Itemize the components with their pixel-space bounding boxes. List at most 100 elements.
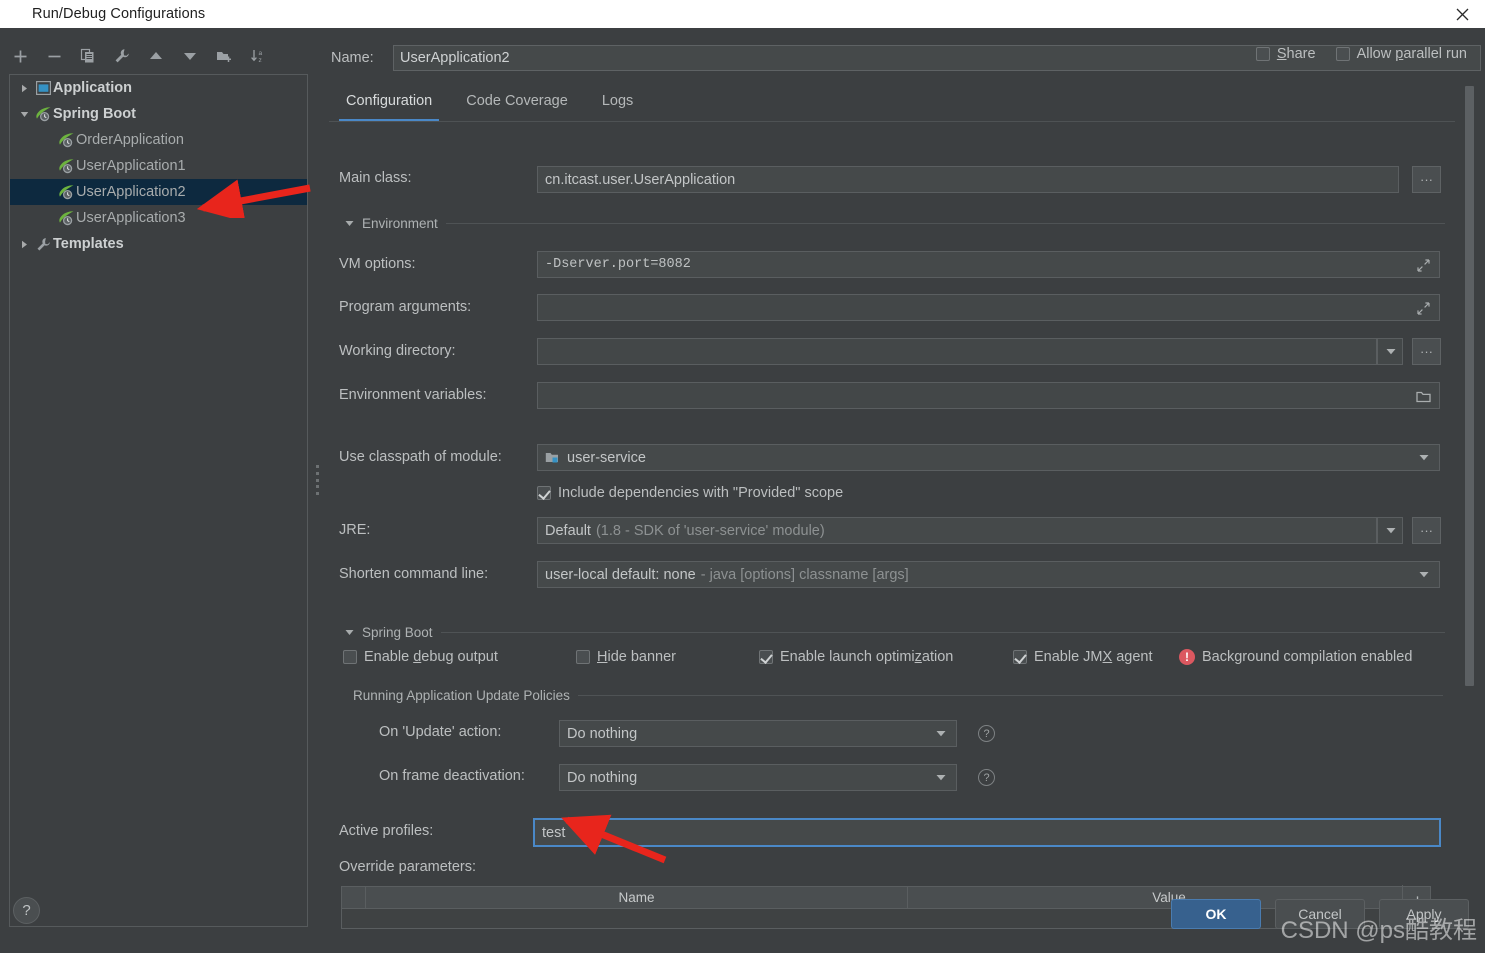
tree-item-label: Spring Boot — [53, 106, 136, 122]
help-circle-icon[interactable]: ? — [13, 897, 40, 924]
folder-add-icon[interactable] — [212, 44, 236, 68]
section-rule — [440, 632, 1445, 633]
environment-variables-input[interactable] — [537, 382, 1440, 409]
expand-diagonal-icon[interactable] — [1409, 252, 1438, 279]
working-directory-browse-button[interactable]: ··· — [1412, 338, 1441, 365]
tab-divider — [329, 121, 1455, 122]
on-update-action-select[interactable]: Do nothing — [559, 720, 957, 747]
share-label: Share — [1276, 46, 1316, 62]
remove-configuration-button[interactable] — [42, 44, 66, 68]
expand-diagonal-icon[interactable] — [1409, 295, 1438, 322]
wrench-icon — [33, 237, 53, 252]
chevron-right-icon[interactable] — [15, 84, 33, 93]
enable-jmx-agent-label: Enable JMX agent — [1034, 649, 1153, 665]
use-classpath-of-module-label: Use classpath of module: — [339, 449, 502, 465]
use-classpath-of-module-select[interactable]: user-service — [537, 444, 1440, 471]
folder-icon[interactable] — [1409, 383, 1438, 410]
chevron-down-icon[interactable] — [928, 721, 954, 746]
tab-code-coverage[interactable]: Code Coverage — [449, 86, 585, 122]
jre-value-detail: (1.8 - SDK of 'user-service' module) — [595, 522, 825, 539]
environment-section-header[interactable]: Environment — [345, 216, 1445, 231]
shorten-command-line-detail: - java [options] classname [args] — [700, 566, 909, 583]
enable-launch-optimization-checkbox[interactable]: Enable launch optimization — [759, 649, 953, 665]
background-compilation-status: ! Background compilation enabled — [1179, 649, 1412, 665]
ok-button[interactable]: OK — [1171, 899, 1261, 929]
shorten-command-line-label-wrap: Shorten command line: — [339, 566, 488, 582]
jre-value: Default — [545, 522, 591, 539]
window-title: Run/Debug Configurations — [32, 6, 206, 22]
tree-item-orderapplication[interactable]: OrderApplication — [10, 127, 307, 153]
chevron-down-icon[interactable] — [15, 110, 33, 119]
chevron-right-icon[interactable] — [15, 240, 33, 249]
shorten-command-line-select[interactable]: user-local default: none - java [options… — [537, 561, 1440, 588]
working-directory-input[interactable] — [537, 338, 1377, 365]
jre-select[interactable]: Default (1.8 - SDK of 'user-service' mod… — [537, 517, 1377, 544]
active-profiles-input[interactable]: test — [533, 818, 1441, 847]
chevron-down-icon[interactable] — [345, 628, 354, 638]
chevron-down-icon — [1378, 518, 1404, 543]
on-frame-deactivation-select[interactable]: Do nothing — [559, 764, 957, 791]
share-checkbox[interactable]: Share — [1255, 46, 1316, 62]
configurations-tree[interactable]: Application Spring Boot OrderApplication… — [9, 74, 308, 927]
spring-boot-section-header[interactable]: Spring Boot — [345, 625, 1445, 640]
ellipsis-icon: ··· — [1420, 172, 1433, 187]
tree-item-templates[interactable]: Templates — [10, 231, 307, 257]
override-parameters-label: Override parameters: — [339, 859, 476, 875]
tree-item-userapplication2[interactable]: UserApplication2 — [10, 179, 307, 205]
spring-boot-icon — [56, 210, 76, 227]
hide-banner-checkbox[interactable]: Hide banner — [576, 649, 676, 665]
module-icon — [545, 451, 560, 464]
error-badge-icon: ! — [1179, 649, 1195, 665]
on-update-action-help-icon[interactable]: ? — [978, 725, 995, 742]
splitter-grip-icon — [316, 465, 320, 495]
sort-alpha-icon[interactable]: a z — [246, 44, 270, 68]
main-class-input[interactable]: cn.itcast.user.UserApplication — [537, 166, 1399, 193]
section-rule — [577, 695, 1443, 696]
dialog-footer: ? OK Cancel Apply — [0, 885, 1485, 953]
add-configuration-button[interactable] — [8, 44, 32, 68]
vm-options-label-wrap: VM options: — [339, 256, 416, 272]
shorten-command-line-label: Shorten command line: — [339, 566, 489, 582]
on-frame-deactivation-help-icon[interactable]: ? — [978, 769, 995, 786]
wrench-icon[interactable] — [110, 44, 134, 68]
copy-configuration-button[interactable] — [76, 44, 100, 68]
cancel-button[interactable]: Cancel — [1275, 899, 1365, 929]
working-directory-dropdown-button[interactable] — [1377, 338, 1403, 365]
tree-item-userapplication1[interactable]: UserApplication1 — [10, 153, 307, 179]
arrow-up-icon[interactable] — [144, 44, 168, 68]
chevron-down-icon[interactable] — [345, 219, 354, 229]
chevron-down-icon[interactable] — [928, 765, 954, 790]
on-frame-deactivation-label-wrap: On frame deactivation: — [379, 768, 525, 784]
form-scrollbar-thumb[interactable] — [1465, 86, 1474, 686]
tab-logs[interactable]: Logs — [585, 86, 650, 122]
tab-configuration[interactable]: Configuration — [329, 86, 449, 122]
include-provided-scope-checkbox[interactable]: Include dependencies with "Provided" sco… — [537, 485, 843, 501]
allow-parallel-run-checkbox[interactable]: Allow parallel run — [1335, 46, 1467, 62]
active-profiles-label: Active profiles: — [339, 823, 434, 839]
program-arguments-input[interactable] — [537, 294, 1440, 321]
section-rule — [445, 223, 1445, 224]
tree-item-userapplication3[interactable]: UserApplication3 — [10, 205, 307, 231]
checkbox-box — [1335, 47, 1350, 61]
shorten-command-line-value: user-local default: none — [545, 566, 696, 583]
chevron-down-icon[interactable] — [1411, 562, 1437, 587]
svg-text:z: z — [259, 57, 262, 64]
main-class-browse-button[interactable]: ··· — [1412, 166, 1441, 193]
vm-options-input[interactable]: -Dserver.port=8082 — [537, 251, 1440, 278]
window-titlebar: Run/Debug Configurations — [0, 0, 1485, 28]
close-icon[interactable] — [1439, 0, 1485, 28]
enable-debug-output-checkbox[interactable]: Enable debug output — [343, 649, 498, 665]
tree-item-label: OrderApplication — [76, 132, 184, 148]
tree-item-spring-boot[interactable]: Spring Boot — [10, 101, 307, 127]
enable-launch-optimization-label: Enable launch optimization — [780, 649, 954, 665]
active-profiles-value: test — [542, 824, 566, 841]
tree-item-application[interactable]: Application — [10, 75, 307, 101]
apply-button[interactable]: Apply — [1379, 899, 1469, 929]
enable-jmx-agent-checkbox[interactable]: Enable JMX agent — [1013, 649, 1153, 665]
environment-variables-label-wrap: Environment variables: — [339, 387, 487, 403]
arrow-down-icon[interactable] — [178, 44, 202, 68]
jre-browse-button[interactable]: ··· — [1412, 517, 1441, 544]
chevron-down-icon[interactable] — [1411, 445, 1437, 470]
jre-dropdown-button[interactable] — [1377, 517, 1403, 544]
panel-splitter[interactable] — [314, 28, 321, 953]
